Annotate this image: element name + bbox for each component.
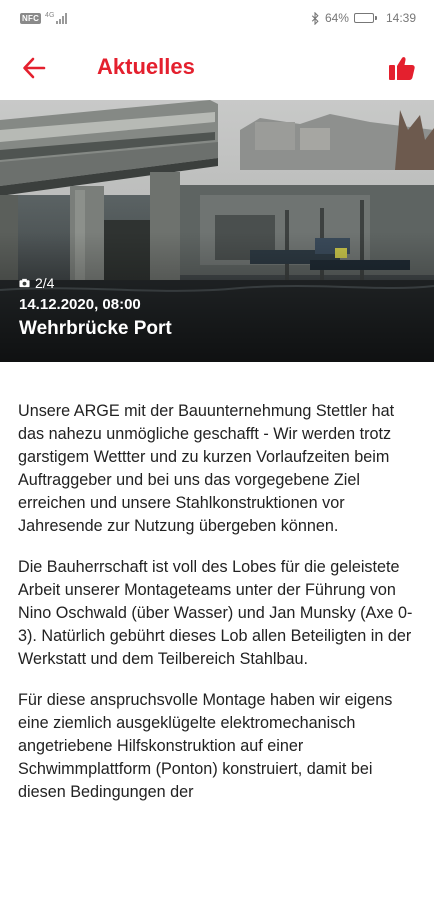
- status-right: 64% 14:39: [311, 11, 416, 25]
- hero-image-carousel[interactable]: 2/4 14.12.2020, 08:00 Wehrbrücke Port: [0, 100, 434, 362]
- clock: 14:39: [385, 11, 416, 25]
- article-date: 14.12.2020, 08:00: [19, 296, 141, 313]
- arrow-left-icon: [23, 57, 46, 79]
- article-body: Unsere ARGE mit der Bauunternehmung Stet…: [18, 400, 418, 822]
- back-button[interactable]: [14, 50, 54, 86]
- like-button[interactable]: [382, 48, 422, 88]
- status-left: NFC 4G: [20, 12, 68, 24]
- image-counter-text: 2/4: [35, 275, 55, 291]
- battery-percent: 64%: [324, 11, 349, 25]
- bluetooth-icon: [311, 11, 319, 25]
- sim-icon: NFC: [20, 12, 42, 24]
- article-paragraph: Die Bauherrschaft ist voll des Lobes für…: [18, 558, 413, 668]
- camera-icon: [19, 278, 30, 288]
- status-bar: NFC 4G 64% 14:39: [0, 0, 434, 36]
- page-title: Aktuelles: [97, 54, 195, 79]
- network-type-label: 4G: [45, 12, 55, 19]
- signal-bars: [56, 13, 68, 24]
- article-paragraph: Für diese anspruchsvolle Montage haben w…: [18, 691, 393, 801]
- thumbs-up-icon: [389, 57, 415, 80]
- app-bar: Aktuelles: [0, 36, 434, 100]
- battery-icon: [353, 13, 377, 23]
- signal-icon: 4G: [45, 12, 68, 24]
- image-counter: 2/4: [19, 275, 54, 291]
- article-title: Wehrbrücke Port: [19, 318, 172, 339]
- article-paragraph: Unsere ARGE mit der Bauunternehmung Stet…: [18, 402, 395, 535]
